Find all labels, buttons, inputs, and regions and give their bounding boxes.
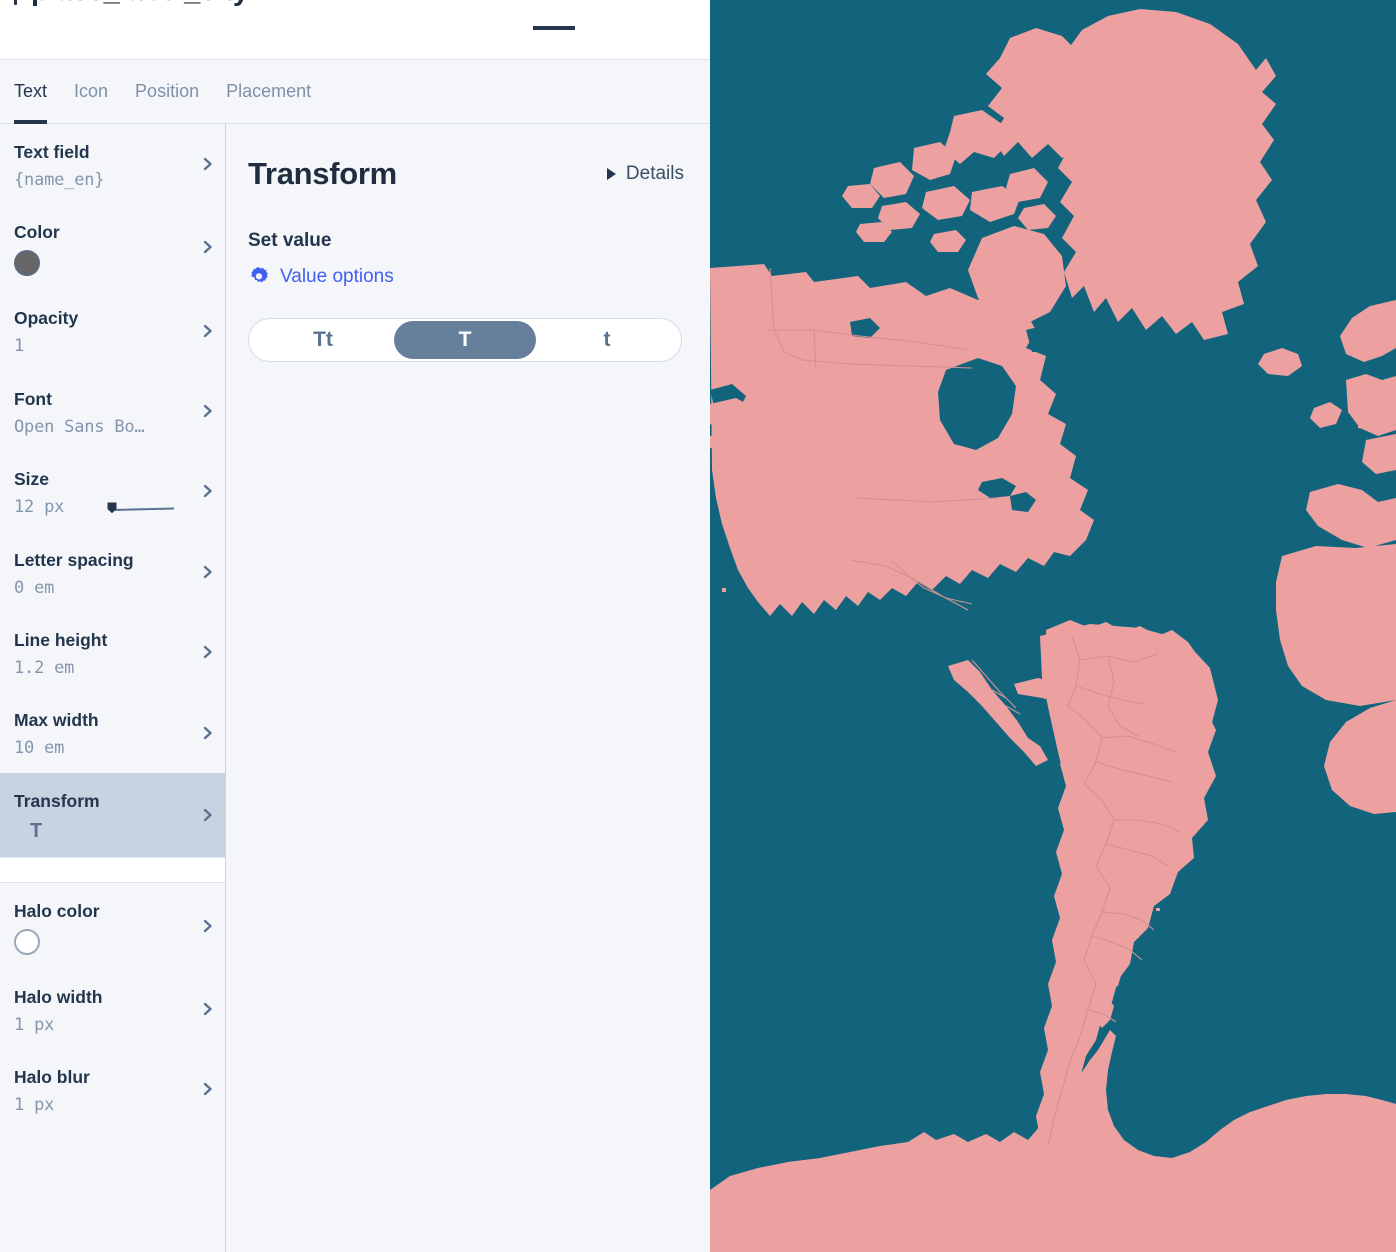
chevron-right-icon (201, 726, 215, 740)
chevron-right-icon (201, 240, 215, 254)
chevron-right-icon (201, 324, 215, 338)
segment-option-uppercase[interactable]: T (394, 321, 536, 359)
property-row-halo-color[interactable]: Halo color (0, 883, 225, 969)
value-options-link[interactable]: Value options (248, 266, 684, 288)
details-label: Details (625, 163, 684, 184)
property-value: T (30, 819, 43, 842)
property-value: 1.2 em (14, 657, 75, 678)
property-row-font[interactable]: Font Open Sans Bo… (0, 371, 225, 451)
app-root: place_label_city Style Select data Text … (0, 0, 1396, 1252)
property-row-opacity[interactable]: Opacity 1 (0, 290, 225, 370)
set-value-heading: Set value (248, 230, 332, 251)
property-label: Opacity (14, 308, 79, 329)
detail-header: Transform Details (248, 156, 684, 192)
property-value: Open Sans Bo… (14, 416, 145, 437)
chevron-right-icon (201, 157, 215, 171)
page-title: place_label_city (31, 0, 249, 8)
property-row-color[interactable]: Color (0, 204, 225, 290)
subtab-placement[interactable]: Placement (226, 60, 311, 123)
tab-select-data[interactable]: Select data (601, 0, 696, 3)
property-label: Font (14, 388, 52, 409)
property-value: 0 em (14, 577, 55, 598)
editor-header: place_label_city Style Select data (0, 0, 710, 60)
segment-option-lowercase[interactable]: t (536, 321, 678, 359)
map-canvas[interactable] (710, 0, 1396, 1252)
property-list: Text field {name_en} Color Opacity 1 Fon… (0, 124, 226, 1252)
back-arrow-icon[interactable] (14, 0, 17, 5)
subtab-list: Text Icon Position Placement (0, 60, 710, 124)
triangle-right-icon (606, 168, 616, 180)
property-label: Size (14, 469, 50, 490)
property-value: 10 em (14, 738, 65, 759)
size-slider[interactable] (104, 501, 176, 513)
property-label: Color (14, 222, 60, 243)
property-row-text-field[interactable]: Text field {name_en} (0, 124, 225, 204)
property-label: Letter spacing (14, 549, 134, 570)
subtab-text[interactable]: Text (14, 60, 48, 124)
property-label: Transform (14, 790, 100, 811)
chevron-right-icon (201, 1082, 215, 1096)
chevron-right-icon (201, 1002, 215, 1016)
segment-option-titlecase[interactable]: Tt (252, 321, 394, 359)
color-swatch[interactable] (14, 250, 40, 277)
details-toggle[interactable]: Details (606, 163, 684, 185)
chevron-right-icon (201, 404, 215, 418)
chevron-right-icon (201, 484, 215, 498)
property-value: 1 (14, 336, 25, 357)
detail-title: Transform (248, 156, 397, 191)
property-group-divider (0, 856, 225, 883)
property-value: 1 px (14, 1095, 55, 1116)
property-row-transform[interactable]: Transform T (0, 772, 225, 857)
property-label: Line height (14, 629, 108, 650)
property-row-letter-spacing[interactable]: Letter spacing 0 em (0, 532, 225, 612)
editor-body: Text field {name_en} Color Opacity 1 Fon… (0, 124, 710, 1252)
layer-editor-panel: place_label_city Style Select data Text … (0, 0, 710, 1252)
chevron-right-icon (201, 808, 215, 822)
property-label: Halo blur (14, 1067, 90, 1088)
tab-style[interactable]: Style (532, 0, 576, 30)
property-label: Text field (14, 142, 90, 162)
chevron-right-icon (201, 919, 215, 933)
chevron-right-icon (201, 645, 215, 659)
transform-segmented-control[interactable]: Tt T t (248, 318, 682, 362)
property-value: 1 px (14, 1014, 55, 1035)
property-row-line-height[interactable]: Line height 1.2 em (0, 612, 225, 692)
subtab-position[interactable]: Position (135, 60, 199, 123)
map-svg (710, 0, 1396, 1252)
subtab-icon[interactable]: Icon (74, 60, 108, 123)
property-label: Max width (14, 710, 99, 731)
layer-title-group: place_label_city (14, 0, 249, 8)
header-tab-list: Style Select data (532, 0, 696, 30)
property-label: Halo width (14, 986, 103, 1007)
property-detail-pane: Transform Details Set value Value option… (226, 124, 710, 1252)
value-options-label: Value options (280, 266, 394, 287)
property-row-halo-blur[interactable]: Halo blur 1 px (0, 1049, 225, 1129)
property-row-halo-width[interactable]: Halo width 1 px (0, 969, 225, 1049)
property-value: {name_en} (14, 170, 105, 190)
color-swatch[interactable] (14, 928, 40, 955)
gear-icon (248, 266, 270, 288)
property-row-max-width[interactable]: Max width 10 em (0, 692, 225, 772)
property-label: Halo color (14, 900, 100, 921)
map-geography (710, 0, 1396, 1252)
property-row-size[interactable]: Size 12 px (0, 451, 225, 531)
chevron-right-icon (201, 565, 215, 579)
